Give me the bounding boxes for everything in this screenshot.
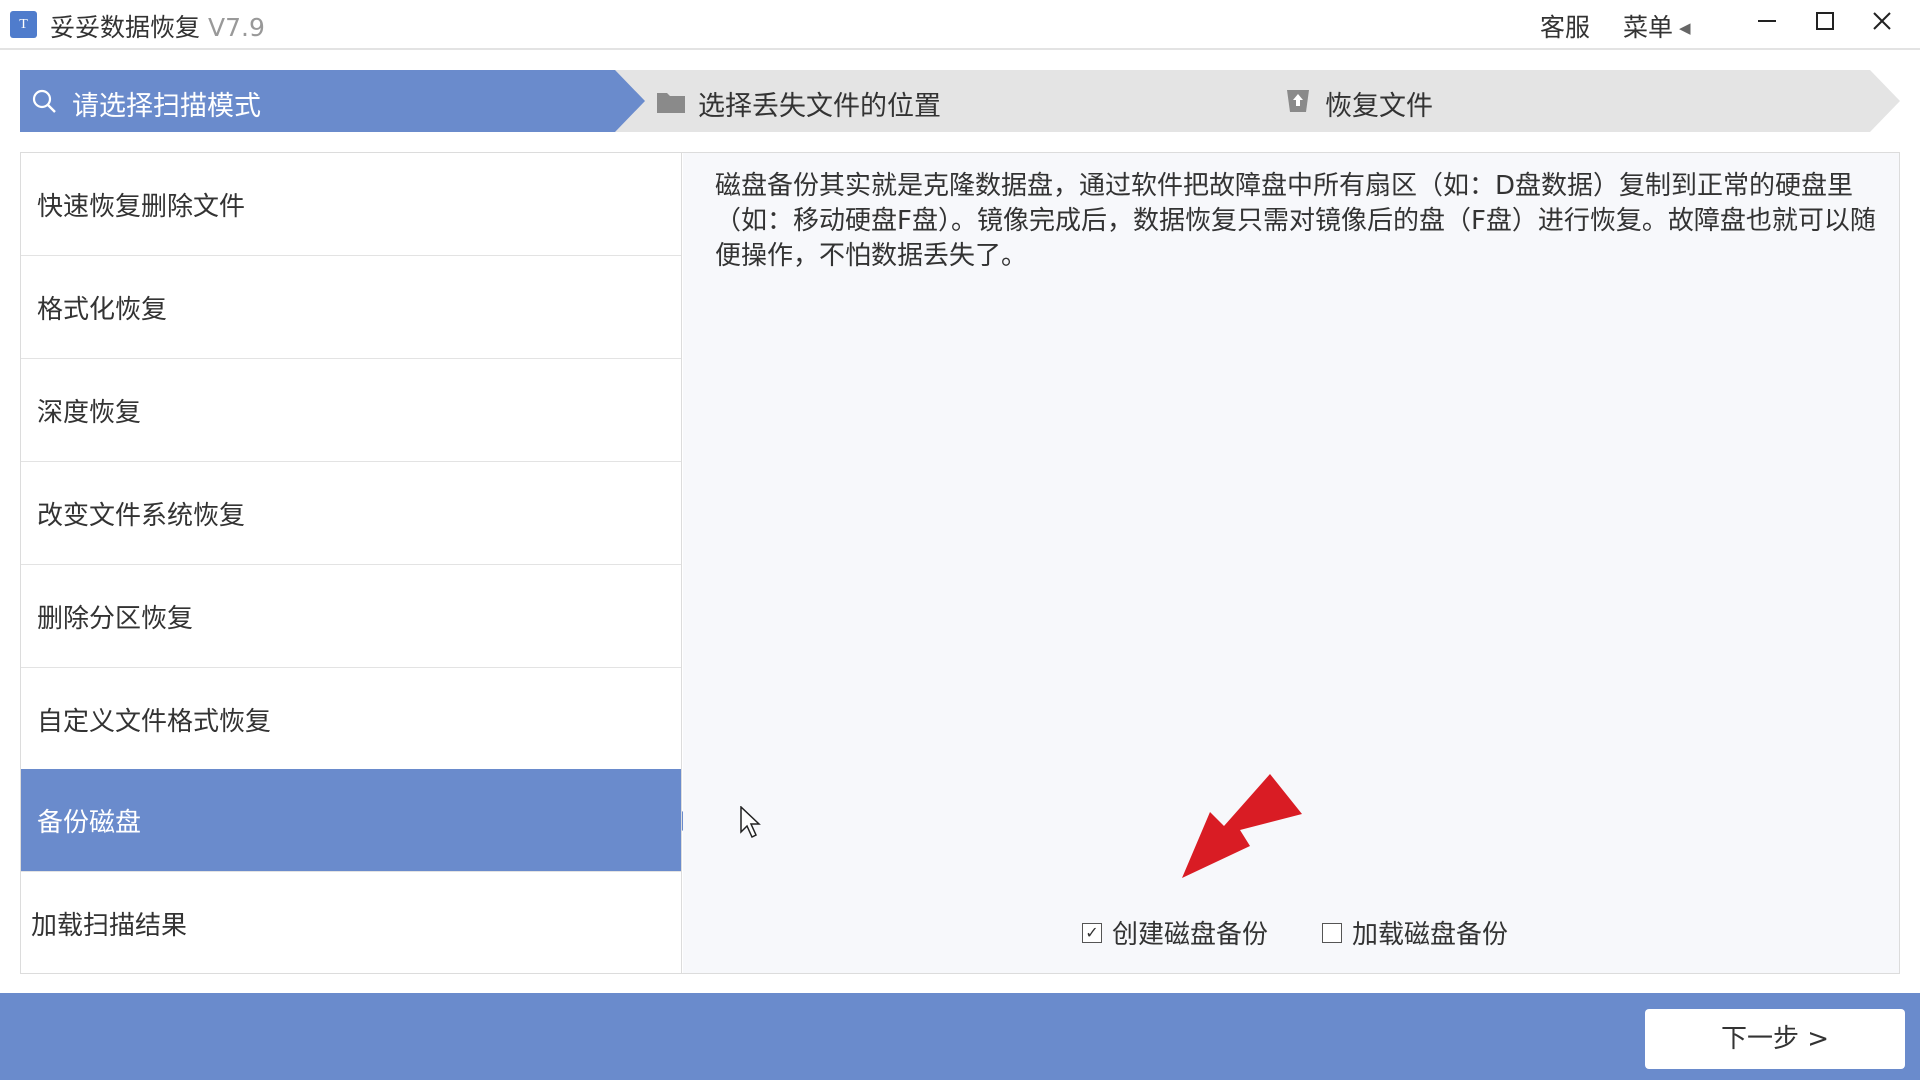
minimize-icon (1758, 20, 1776, 22)
mouse-cursor-icon (740, 806, 761, 839)
menu-arrow-icon: ◀ (1679, 19, 1691, 37)
create-disk-backup-label: 创建磁盘备份 (1112, 920, 1269, 950)
load-disk-backup-label: 加载磁盘备份 (1352, 920, 1509, 950)
checkbox-unchecked-icon (1322, 922, 1342, 943)
maximize-button[interactable] (1805, 4, 1845, 44)
step-recover-files: 恢复文件 (1325, 91, 1433, 122)
maximize-icon (1816, 12, 1834, 30)
main-panel: 快速恢复删除文件 格式化恢复 深度恢复 改变文件系统恢复 删除分区恢复 自定义文… (20, 152, 1900, 974)
menu-label: 菜单 (1623, 13, 1674, 42)
scan-mode-load-results[interactable]: 加载扫描结果 (21, 872, 681, 975)
scan-mode-deep-recover[interactable]: 深度恢复 (21, 359, 681, 462)
close-button[interactable] (1862, 4, 1902, 44)
load-disk-backup-checkbox[interactable]: 加载磁盘备份 (1322, 914, 1508, 951)
app-title: 妥妥数据恢复 V7.9 (50, 8, 265, 44)
restore-icon (1287, 90, 1309, 112)
mode-description-text: 磁盘备份其实就是克隆数据盘，通过软件把故障盘中所有扇区（如：D盘数据）复制到正常… (715, 171, 1876, 271)
scan-mode-list: 快速恢复删除文件 格式化恢复 深度恢复 改变文件系统恢复 删除分区恢复 自定义文… (21, 153, 682, 973)
footer-bar (0, 993, 1920, 1080)
checkbox-checked-icon: ✓ (1082, 922, 1102, 943)
folder-icon (657, 93, 685, 113)
step-progress-bar: 请选择扫描模式 选择丢失文件的位置 恢复文件 (20, 70, 1900, 132)
scan-mode-deleted-partition[interactable]: 删除分区恢复 (21, 565, 681, 668)
scan-mode-filesystem-change[interactable]: 改变文件系统恢复 (21, 462, 681, 565)
search-icon (32, 89, 56, 113)
minimize-button[interactable] (1747, 4, 1787, 44)
title-bar: T 妥妥数据恢复 V7.9 客服 菜单 ◀ (0, 0, 1920, 50)
next-step-button[interactable]: 下一步 > (1645, 1009, 1905, 1069)
customer-service-link[interactable]: 客服 (1540, 8, 1590, 44)
create-disk-backup-checkbox[interactable]: ✓ 创建磁盘备份 (1082, 914, 1268, 951)
app-version: V7.9 (208, 13, 265, 42)
step-select-location: 选择丢失文件的位置 (698, 91, 941, 122)
app-logo-icon: T (10, 11, 37, 38)
close-icon (1873, 12, 1891, 30)
menu-button[interactable]: 菜单 ◀ (1623, 8, 1691, 44)
step-scan-mode: 请选择扫描模式 (72, 91, 261, 122)
step-bar-background (20, 70, 1900, 132)
scan-mode-custom-format[interactable]: 自定义文件格式恢复 (21, 668, 681, 771)
scan-mode-backup-disk[interactable]: 备份磁盘 (21, 769, 681, 872)
app-name: 妥妥数据恢复 (50, 13, 201, 42)
annotation-arrow-icon (1182, 774, 1302, 878)
scan-mode-quick-recover[interactable]: 快速恢复删除文件 (21, 153, 681, 256)
scan-mode-format-recover[interactable]: 格式化恢复 (21, 256, 681, 359)
